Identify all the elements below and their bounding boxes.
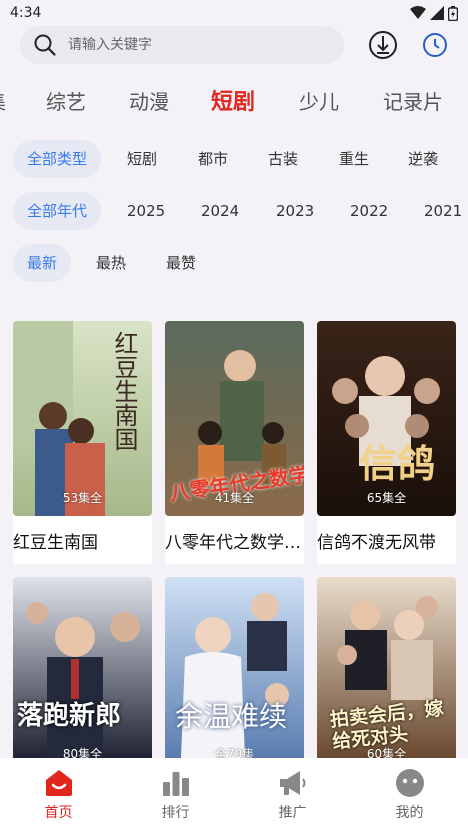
episode-count: 65集全 (366, 491, 407, 505)
show-card[interactable]: 拍卖会后，嫁给死对头 60集全 (317, 577, 456, 772)
nav-profile[interactable]: 我的 (351, 758, 468, 832)
bottom-nav: 首页 排行 推广 我的 (0, 758, 468, 832)
profile-icon (395, 769, 424, 797)
category-tabs: 集 综艺 动漫 短剧 少儿 记录片 (0, 78, 468, 122)
sort-newest[interactable]: 最新 (13, 244, 72, 282)
show-title-box: 信鸽不渡无风带 (317, 516, 456, 564)
tab-kids[interactable]: 少儿 (299, 86, 339, 115)
filter-type-all[interactable]: 全部类型 (13, 140, 102, 178)
show-card[interactable]: 落跑新郎 80集全 (13, 577, 152, 772)
wifi-icon (410, 6, 426, 19)
search-row (0, 26, 468, 64)
tab-partial[interactable]: 集 (0, 86, 6, 115)
nav-label: 首页 (44, 805, 73, 821)
show-title-box: 红豆生南国 (13, 516, 152, 564)
home-icon (45, 770, 72, 796)
poster-title-text: 红豆生南国 (110, 331, 138, 451)
poster-title-text: 落跑新郎 (17, 701, 122, 731)
tab-documentary[interactable]: 记录片 (383, 86, 443, 115)
filter-year-row: 全部年代 2025 2024 2023 2022 2021 (0, 192, 468, 230)
filter-year-item[interactable]: 2022 (350, 192, 388, 230)
show-poster[interactable]: 信鸽 65集全 (317, 321, 456, 516)
nav-label: 我的 (395, 805, 424, 821)
show-title: 红豆生南国 (13, 532, 98, 553)
download-icon (369, 31, 397, 59)
show-poster[interactable]: 落跑新郎 80集全 (13, 577, 152, 772)
filter-type-item[interactable]: 短剧 (127, 140, 157, 178)
show-poster[interactable]: 余温难续 全70集 (165, 577, 304, 772)
show-poster[interactable]: 拍卖会后，嫁给死对头 60集全 (317, 577, 456, 772)
sort-most-liked[interactable]: 最赞 (166, 244, 196, 282)
tab-anime[interactable]: 动漫 (129, 86, 169, 115)
filter-year-item[interactable]: 2021 (424, 192, 462, 230)
show-card[interactable]: 余温难续 全70集 (165, 577, 304, 772)
megaphone-icon (279, 771, 305, 795)
history-icon (423, 33, 447, 57)
search-input[interactable] (68, 37, 308, 53)
show-card[interactable]: 信鸽 65集全 信鸽不渡无风带 (317, 321, 456, 564)
show-title: 八零年代之数学天才 (165, 532, 304, 553)
tab-variety[interactable]: 综艺 (46, 86, 86, 115)
show-poster[interactable]: 红豆生南国 53集全 (13, 321, 152, 516)
search-box[interactable] (20, 26, 344, 64)
status-bar: 4:34 (0, 0, 468, 26)
tab-short-drama[interactable]: 短剧 (211, 84, 255, 116)
nav-ranking[interactable]: 排行 (117, 758, 234, 832)
poster-title-text: 余温难续 (175, 700, 288, 733)
nav-home[interactable]: 首页 (0, 758, 117, 832)
episode-count: 41集全 (214, 491, 255, 505)
nav-promote[interactable]: 推广 (234, 758, 351, 832)
show-card[interactable]: 红豆生南国 53集全 红豆生南国 (13, 321, 152, 564)
filter-year-item[interactable]: 2024 (201, 192, 239, 230)
episode-count: 53集全 (62, 491, 103, 505)
download-button[interactable] (366, 28, 400, 62)
filter-type-item[interactable]: 古装 (268, 140, 298, 178)
filter-year-item[interactable]: 2025 (127, 192, 165, 230)
show-title: 信鸽不渡无风带 (317, 532, 436, 553)
filter-type-item[interactable]: 逆袭 (408, 140, 438, 178)
status-time: 4:34 (10, 5, 42, 21)
ranking-icon (162, 772, 189, 796)
poster-title-text: 信鸽 (359, 441, 436, 486)
battery-icon (448, 5, 458, 21)
filter-type-row: 全部类型 短剧 都市 古装 重生 逆袭 (0, 140, 468, 178)
search-icon (34, 34, 56, 56)
nav-label: 推广 (278, 805, 307, 821)
filter-year-all[interactable]: 全部年代 (13, 192, 102, 230)
show-poster[interactable]: 八零年代之数学天才 41集全 (165, 321, 304, 516)
history-button[interactable] (418, 28, 452, 62)
filter-sort-row: 最新 最热 最赞 (0, 244, 468, 282)
status-icons (410, 5, 458, 21)
show-title-box: 八零年代之数学天才 (165, 516, 304, 564)
filter-year-item[interactable]: 2023 (276, 192, 314, 230)
filter-type-item[interactable]: 重生 (339, 140, 369, 178)
show-card[interactable]: 八零年代之数学天才 41集全 八零年代之数学天才 (165, 321, 304, 564)
signal-icon (430, 6, 444, 20)
sort-hottest[interactable]: 最热 (96, 244, 126, 282)
filter-type-item[interactable]: 都市 (198, 140, 228, 178)
nav-label: 排行 (161, 805, 190, 821)
